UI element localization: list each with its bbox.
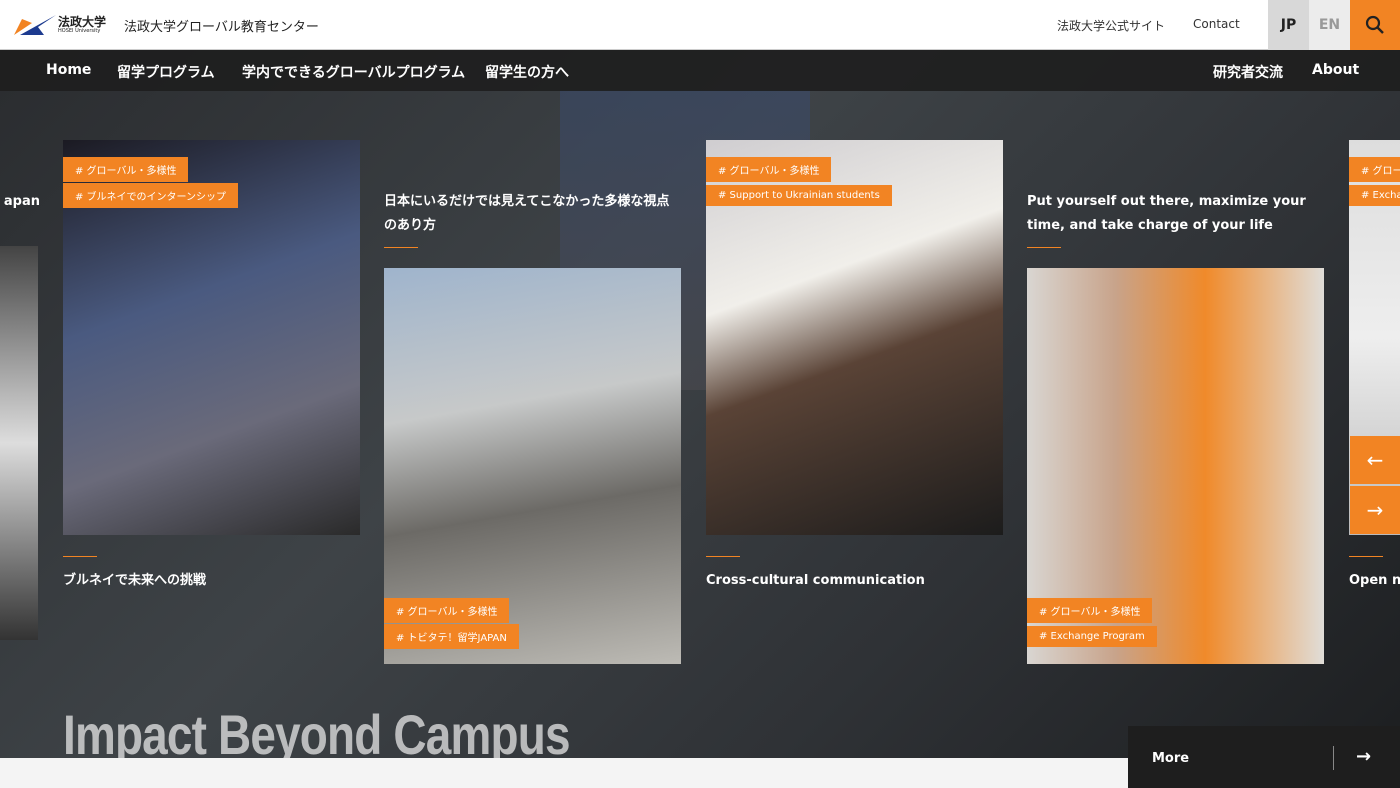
main-nav: Home 留学プログラム 学内でできるグローバルプログラム 留学生の方へ 研究者… <box>0 50 1400 91</box>
nav-home[interactable]: Home <box>46 62 91 78</box>
card-caption[interactable]: Cross-cultural communication <box>706 569 1003 593</box>
divider <box>1027 247 1061 248</box>
logo-subtext: HOSEI University <box>58 27 101 34</box>
site-title[interactable]: 法政大学グローバル教育センター <box>124 16 319 35</box>
tag[interactable]: # Exchan <box>1349 185 1400 206</box>
divider <box>384 247 418 248</box>
arrow-right-icon: → <box>1366 498 1384 522</box>
card-photo[interactable] <box>0 246 38 640</box>
contact-link[interactable]: Contact <box>1193 17 1240 31</box>
card-caption[interactable]: apan <box>0 190 40 214</box>
tag[interactable]: # グロー <box>1349 157 1400 182</box>
hero-carousel: Home 留学プログラム 学内でできるグローバルプログラム 留学生の方へ 研究者… <box>0 50 1400 758</box>
card-caption[interactable]: ブルネイで未来への挑戦 <box>63 569 360 593</box>
hero-headline: Impact Beyond Campus <box>63 703 571 758</box>
card-caption[interactable]: Open ne <box>1349 569 1400 593</box>
divider <box>706 556 740 557</box>
next-arrow-button[interactable]: → <box>1350 486 1400 534</box>
lang-en-button[interactable]: EN <box>1309 0 1350 50</box>
tag[interactable]: # グローバル・多様性 <box>706 157 832 182</box>
nav-international-students[interactable]: 留学生の方へ <box>485 62 569 82</box>
logo-mark-icon <box>14 15 56 35</box>
nav-about[interactable]: About <box>1312 62 1359 78</box>
card-title[interactable]: Put yourself out there, maximize your ti… <box>1027 190 1324 238</box>
card-tags: # グローバル・多様性 # トビタテ！留学JAPAN <box>384 598 519 650</box>
nav-campus-global[interactable]: 学内でできるグローバルプログラム <box>242 62 465 82</box>
prev-arrow-button[interactable]: ← <box>1350 436 1400 484</box>
card-tags: # グローバル・多様性 # Support to Ukrainian stude… <box>706 157 892 207</box>
header: 法政大学 HOSEI University 法政大学グローバル教育センター 法政大… <box>0 0 1400 50</box>
official-site-link[interactable]: 法政大学公式サイト <box>1057 17 1165 34</box>
card-title[interactable]: 日本にいるだけでは見えてこなかった多様な視点のあり方 <box>384 190 681 238</box>
tag[interactable]: # グローバル・多様性 <box>384 598 510 623</box>
card-tags: # グローバル・多様性 # Exchange Program <box>1027 598 1157 648</box>
search-icon <box>1365 15 1384 34</box>
more-button[interactable]: More → <box>1128 726 1400 788</box>
divider <box>1349 556 1383 557</box>
arrow-right-icon: → <box>1356 746 1372 767</box>
nav-researcher-exchange[interactable]: 研究者交流 <box>1213 62 1283 82</box>
nav-study-abroad[interactable]: 留学プログラム <box>117 62 215 82</box>
arrow-left-icon: ← <box>1366 448 1384 472</box>
tag[interactable]: # トビタテ！留学JAPAN <box>384 624 519 649</box>
logo-text: 法政大学 <box>58 14 107 29</box>
search-button[interactable] <box>1350 0 1400 50</box>
tag[interactable]: # ブルネイでのインターンシップ <box>63 183 239 208</box>
divider <box>1333 746 1334 770</box>
card-tags: # グロー # Exchan <box>1349 157 1400 207</box>
divider <box>63 556 97 557</box>
tag[interactable]: # グローバル・多様性 <box>63 157 189 182</box>
hosei-logo[interactable]: 法政大学 HOSEI University <box>14 13 106 37</box>
tag[interactable]: # Exchange Program <box>1027 626 1157 647</box>
card-tags: # グローバル・多様性 # ブルネイでのインターンシップ <box>63 157 239 209</box>
tag[interactable]: # Support to Ukrainian students <box>706 185 892 206</box>
more-label: More <box>1152 751 1190 766</box>
tag[interactable]: # グローバル・多様性 <box>1027 598 1153 623</box>
lang-jp-button[interactable]: JP <box>1268 0 1309 50</box>
